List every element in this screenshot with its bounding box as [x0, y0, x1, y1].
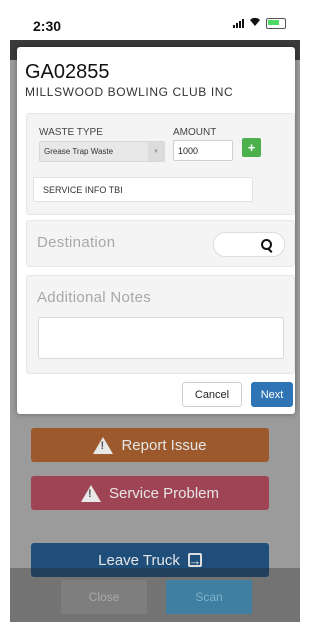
waste-type-value: Grease Trap Waste [44, 147, 114, 156]
service-info-field[interactable]: SERVICE INFO TBI [33, 177, 253, 202]
add-button[interactable]: + [242, 138, 261, 157]
battery-icon [266, 17, 286, 29]
service-problem-button[interactable]: Service Problem [31, 476, 269, 510]
report-issue-button[interactable]: Report Issue [31, 428, 269, 462]
notes-textarea[interactable] [38, 317, 284, 359]
destination-label: Destination [37, 234, 116, 251]
status-icons [233, 17, 286, 29]
amount-label: AMOUNT [173, 127, 217, 138]
cancel-button[interactable]: Cancel [182, 382, 242, 407]
waste-entry-modal: GA02855 MILLSWOOD BOWLING CLUB INC WASTE… [17, 47, 295, 414]
warning-icon [80, 484, 101, 502]
report-issue-label: Report Issue [121, 436, 207, 454]
waste-panel: WASTE TYPE AMOUNT Grease Trap Waste ▼ 10… [26, 113, 295, 215]
job-id-title: GA02855 [25, 61, 110, 83]
status-time: 2:30 [33, 18, 62, 34]
destination-panel: Destination [26, 220, 295, 267]
next-button[interactable]: Next [251, 382, 293, 407]
notes-label: Additional Notes [37, 289, 152, 306]
exit-icon: → [187, 552, 202, 568]
notes-panel: Additional Notes [26, 275, 295, 374]
modal-footer: Cancel Next [17, 375, 295, 414]
destination-search-button[interactable] [213, 232, 285, 257]
amount-input[interactable]: 1000 [173, 140, 233, 161]
status-bar: 2:30 [0, 0, 300, 40]
scan-button[interactable]: Scan [166, 580, 252, 614]
waste-type-select[interactable]: Grease Trap Waste ▼ [39, 141, 165, 162]
wifi-icon [249, 17, 261, 29]
close-button[interactable]: Close [61, 580, 147, 614]
chevron-down-icon: ▼ [148, 142, 164, 161]
leave-truck-label: Leave Truck [98, 551, 180, 569]
waste-type-label: WASTE TYPE [39, 127, 103, 138]
warning-icon [93, 436, 114, 454]
bottom-bar [10, 568, 300, 622]
search-icon [261, 239, 272, 250]
phone-screen: 2:30 Report Issue Service Problem Leave … [0, 0, 300, 622]
service-problem-label: Service Problem [108, 484, 220, 502]
customer-name: MILLSWOOD BOWLING CLUB INC [25, 85, 234, 99]
signal-icon [233, 18, 244, 28]
